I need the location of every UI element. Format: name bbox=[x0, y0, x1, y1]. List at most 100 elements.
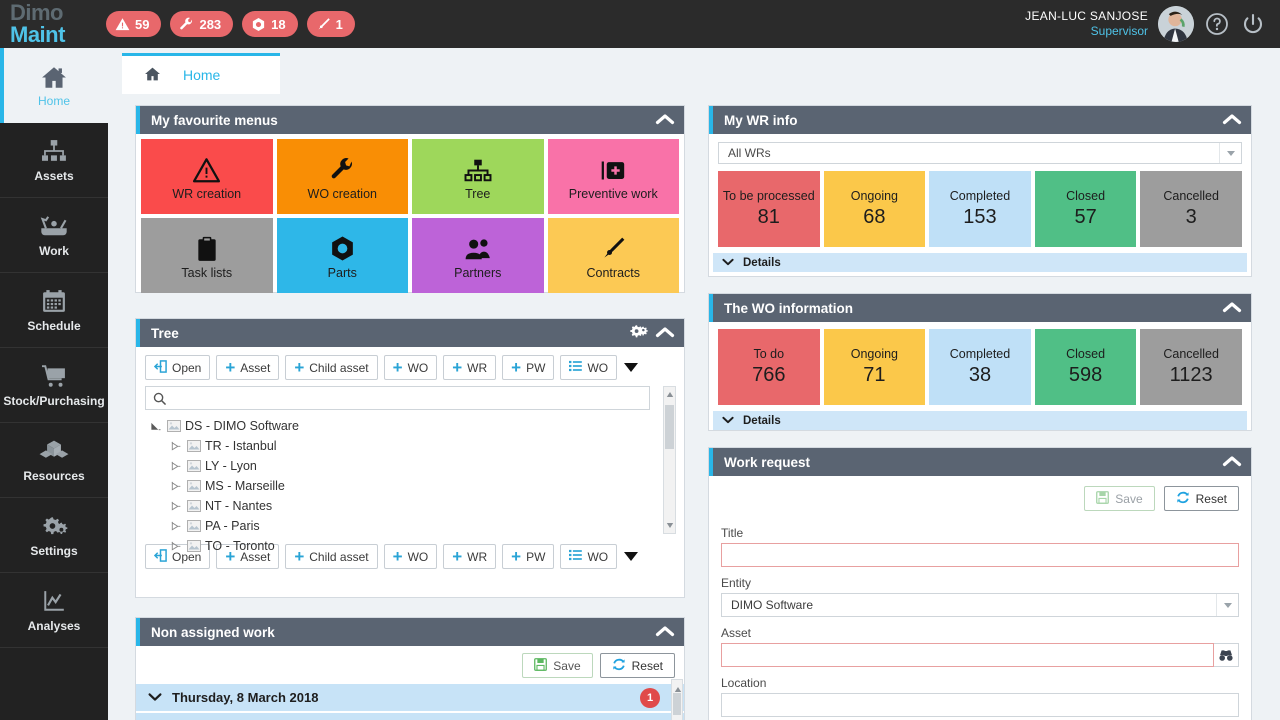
wo-kpi-completed[interactable]: Completed 38 bbox=[929, 329, 1031, 405]
tree-node-item[interactable]: NT - Nantes bbox=[145, 496, 675, 516]
sidebar-item-assets[interactable]: Assets bbox=[0, 123, 108, 198]
title-field[interactable] bbox=[721, 543, 1239, 567]
chevron-up-icon[interactable] bbox=[655, 624, 675, 641]
fav-tile-wo-creation[interactable]: WO creation bbox=[276, 139, 408, 214]
chevron-up-icon[interactable] bbox=[1222, 112, 1242, 129]
non-assigned-date-row[interactable]: Thursday, 8 March 2018 1 bbox=[136, 684, 684, 713]
asset-field[interactable] bbox=[721, 643, 1214, 667]
sidebar-item-home[interactable]: Home bbox=[0, 48, 108, 123]
badge-wr-count[interactable]: 59 bbox=[106, 11, 162, 37]
scroll-down-icon[interactable] bbox=[664, 519, 675, 532]
tree-scrollbar[interactable] bbox=[663, 386, 676, 534]
tree-expand-toggle-icon[interactable] bbox=[167, 541, 183, 552]
panel-header-actions bbox=[655, 112, 684, 129]
list-icon bbox=[569, 360, 583, 375]
tree-expand-toggle-icon[interactable] bbox=[167, 501, 183, 512]
help-circle-icon[interactable] bbox=[1204, 11, 1230, 37]
button-label: Child asset bbox=[309, 360, 369, 375]
location-field[interactable] bbox=[721, 693, 1239, 717]
tree-node-item[interactable]: LY - Lyon bbox=[145, 456, 675, 476]
app-logo[interactable]: Dimo Maint bbox=[0, 2, 110, 46]
tree-expand-toggle-icon[interactable] bbox=[147, 421, 163, 432]
sidebar-item-analyses[interactable]: Analyses bbox=[0, 573, 108, 648]
wr-kpi-to-be-processed[interactable]: To be processed 81 bbox=[718, 171, 820, 247]
badge-contracts-count[interactable]: 1 bbox=[306, 11, 355, 37]
scrollbar-thumb[interactable] bbox=[673, 693, 681, 715]
fav-tile-parts[interactable]: Parts bbox=[276, 218, 408, 293]
tree-node-item[interactable]: TR - Istanbul bbox=[145, 436, 675, 456]
sidebar-item-work[interactable]: Work bbox=[0, 198, 108, 273]
tree-expand-toggle-icon[interactable] bbox=[167, 441, 183, 452]
work-request-save-button[interactable]: Save bbox=[1084, 486, 1155, 511]
wr-kpi-closed[interactable]: Closed 57 bbox=[1034, 171, 1137, 247]
tree-node-item[interactable]: PA - Paris bbox=[145, 516, 675, 536]
tree-node-root[interactable]: DS - DIMO Software bbox=[145, 416, 675, 436]
fav-tile-partners[interactable]: Partners bbox=[412, 218, 544, 293]
fav-tile-task-lists[interactable]: Task lists bbox=[141, 218, 273, 293]
chevron-down-icon[interactable] bbox=[1219, 143, 1241, 163]
tree-open-button-top[interactable]: Open bbox=[145, 355, 211, 380]
user-block[interactable]: JEAN-LUC SANJOSE Supervisor bbox=[1025, 6, 1280, 42]
wr-kpi-completed[interactable]: Completed 153 bbox=[929, 171, 1031, 247]
gears-icon[interactable] bbox=[630, 324, 648, 343]
tree-add-child-asset-button-top[interactable]: + Child asset bbox=[285, 355, 378, 380]
binoculars-icon[interactable] bbox=[1214, 643, 1239, 667]
scroll-up-icon[interactable] bbox=[664, 388, 675, 401]
badge-wo-count[interactable]: 283 bbox=[170, 11, 234, 37]
non-assigned-scrollbar[interactable] bbox=[671, 679, 683, 720]
fav-tile-label: Preventive work bbox=[568, 186, 658, 201]
wr-kpi-cancelled[interactable]: Cancelled 3 bbox=[1140, 171, 1242, 247]
tree-node-item[interactable]: MS - Marseille bbox=[145, 476, 675, 496]
fav-tile-tree[interactable]: Tree bbox=[412, 139, 544, 214]
non-assigned-save-button[interactable]: Save bbox=[522, 653, 593, 678]
tree-expand-toggle-icon[interactable] bbox=[167, 461, 183, 472]
pen-nib-icon bbox=[600, 232, 626, 262]
chevron-up-icon[interactable] bbox=[1222, 300, 1242, 317]
sidebar-item-stock-purchasing[interactable]: Stock/Purchasing bbox=[0, 348, 108, 423]
entity-select[interactable]: DIMO Software bbox=[721, 593, 1239, 617]
wo-kpi-cancelled[interactable]: Cancelled 1123 bbox=[1140, 329, 1242, 405]
wo-kpi-ongoing[interactable]: Ongoing 71 bbox=[823, 329, 926, 405]
chevron-up-icon[interactable] bbox=[655, 325, 675, 342]
work-request-reset-button[interactable]: Reset bbox=[1163, 486, 1239, 511]
tree-add-asset-button-top[interactable]: + Asset bbox=[216, 355, 280, 380]
fav-tile-preventive-work[interactable]: Preventive work bbox=[547, 139, 679, 214]
badge-parts-count[interactable]: 18 bbox=[242, 11, 298, 37]
button-label: Save bbox=[553, 658, 581, 673]
sidebar-item-schedule[interactable]: Schedule bbox=[0, 273, 108, 348]
pen-nib-icon bbox=[316, 17, 331, 32]
sidebar-item-settings[interactable]: Settings bbox=[0, 498, 108, 573]
chevron-up-icon[interactable] bbox=[655, 112, 675, 129]
wo-details-toggle[interactable]: Details bbox=[713, 411, 1247, 430]
avatar[interactable] bbox=[1158, 6, 1194, 42]
tab-home[interactable]: Home bbox=[122, 53, 280, 94]
chevron-up-icon[interactable] bbox=[1222, 454, 1242, 471]
wo-kpi-to-do[interactable]: To do 766 bbox=[718, 329, 820, 405]
tree-add-wo-button-top[interactable]: + WO bbox=[383, 355, 438, 380]
wr-kpi-ongoing[interactable]: Ongoing 68 bbox=[823, 171, 926, 247]
tree-expand-toggle-icon[interactable] bbox=[167, 521, 183, 532]
wo-kpi-closed[interactable]: Closed 598 bbox=[1034, 329, 1137, 405]
chart-icon bbox=[39, 587, 69, 615]
fav-tile-contracts[interactable]: Contracts bbox=[547, 218, 679, 293]
tree-search[interactable] bbox=[145, 386, 650, 410]
tree-more-dropdown-top[interactable] bbox=[624, 363, 639, 372]
tree-expand-toggle-icon[interactable] bbox=[167, 481, 183, 492]
fav-tile-wr-creation[interactable]: WR creation bbox=[141, 139, 273, 214]
tree-add-pw-button-top[interactable]: + PW bbox=[502, 355, 555, 380]
chevron-down-icon[interactable] bbox=[1216, 594, 1238, 616]
chevron-down-icon[interactable] bbox=[148, 690, 162, 705]
tree-add-wr-button-top[interactable]: + WR bbox=[443, 355, 497, 380]
non-assigned-reset-button[interactable]: Reset bbox=[599, 653, 675, 678]
tree-node-item[interactable]: TO - Toronto bbox=[145, 536, 675, 556]
sidebar-item-resources[interactable]: Resources bbox=[0, 423, 108, 498]
tree-list-wo-button-top[interactable]: WO bbox=[560, 355, 618, 380]
non-assigned-date-row-next[interactable] bbox=[136, 713, 684, 720]
tab-label-home: Home bbox=[183, 67, 221, 83]
wr-filter-select[interactable]: All WRs bbox=[718, 142, 1242, 164]
tree-search-input[interactable] bbox=[172, 387, 649, 409]
wr-details-toggle[interactable]: Details bbox=[713, 253, 1247, 272]
asset-image-icon bbox=[183, 480, 205, 492]
power-icon[interactable] bbox=[1240, 11, 1266, 37]
scrollbar-thumb[interactable] bbox=[665, 405, 674, 449]
